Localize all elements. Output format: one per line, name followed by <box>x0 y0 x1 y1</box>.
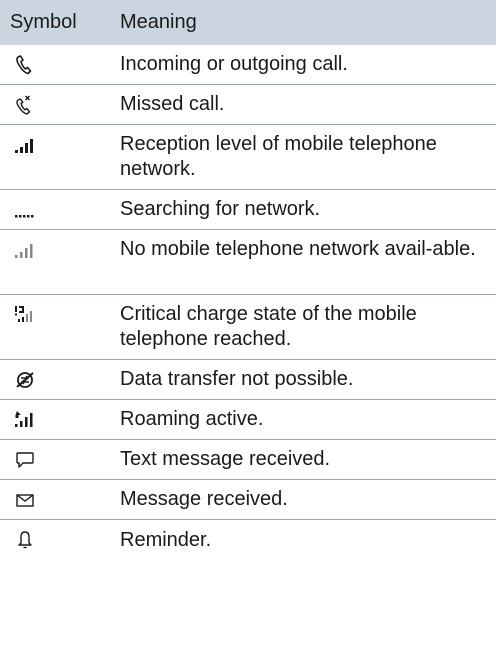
table-row: Message received. <box>0 480 496 520</box>
table-row: Text message received. <box>0 440 496 480</box>
row-meaning: Reception level of mobile telephone netw… <box>120 133 437 180</box>
roaming-icon <box>0 410 115 430</box>
table-header: Symbol Meaning <box>0 0 496 45</box>
row-meaning: Reminder. <box>120 528 212 551</box>
text-message-icon <box>0 450 115 470</box>
table-row: Searching for network. <box>0 190 496 230</box>
symbol-table: Symbol Meaning Incoming or outgoing call… <box>0 0 496 560</box>
reminder-bell-icon <box>0 529 115 551</box>
table-row: Incoming or outgoing call. <box>0 45 496 85</box>
critical-charge-icon <box>0 302 115 359</box>
table-row: Reminder. <box>0 520 496 560</box>
row-meaning: Text message received. <box>120 448 331 470</box>
row-meaning: No mobile telephone network avail-able. <box>120 238 476 260</box>
row-meaning: Missed call. <box>120 93 225 115</box>
table-row: Roaming active. <box>0 400 496 440</box>
row-meaning: Roaming active. <box>120 408 264 430</box>
no-network-icon <box>0 237 115 294</box>
table-row: No mobile telephone network avail-able. <box>0 230 496 295</box>
row-meaning: Message received. <box>120 488 288 510</box>
no-data-transfer-icon <box>0 370 115 390</box>
table-row: Reception level of mobile telephone netw… <box>0 125 496 190</box>
table-row: Critical charge state of the mobile tele… <box>0 295 496 360</box>
table-row: Missed call. <box>0 85 496 125</box>
header-meaning: Meaning <box>120 11 197 33</box>
row-meaning: Data transfer not possible. <box>120 368 354 390</box>
row-meaning: Critical charge state of the mobile tele… <box>120 303 417 350</box>
row-meaning: Incoming or outgoing call. <box>120 53 348 75</box>
table-row: Data transfer not possible. <box>0 360 496 400</box>
searching-network-icon <box>0 200 115 220</box>
message-envelope-icon <box>0 490 115 510</box>
missed-call-icon <box>0 95 115 115</box>
header-symbol: Symbol <box>10 11 77 33</box>
reception-level-icon <box>0 132 115 189</box>
row-meaning: Searching for network. <box>120 198 321 220</box>
phone-call-icon <box>0 54 115 75</box>
